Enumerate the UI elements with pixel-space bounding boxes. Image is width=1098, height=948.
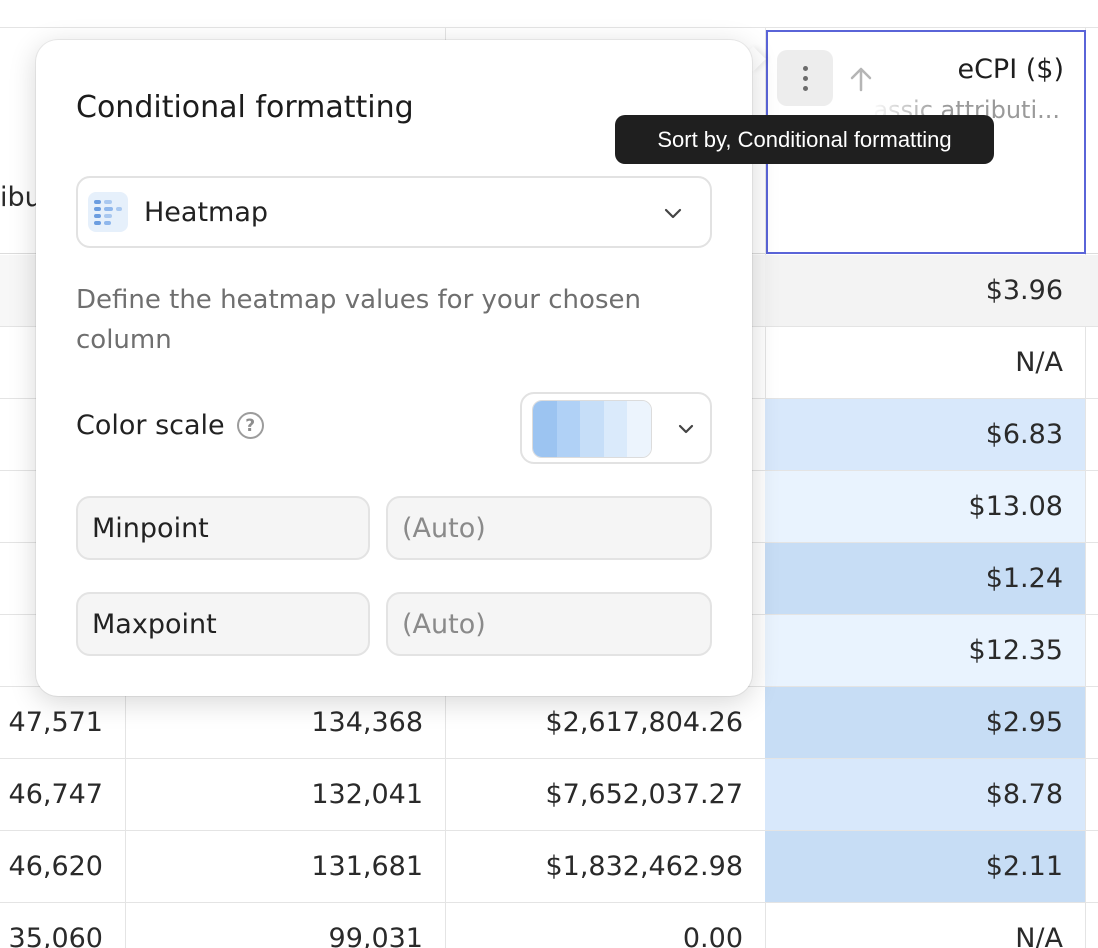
table-cell-edge (1085, 543, 1098, 614)
chevron-down-icon (664, 208, 682, 219)
table-cell-edge (1085, 399, 1098, 470)
color-scale-step (556, 401, 581, 457)
color-scale-picker[interactable] (520, 392, 712, 464)
maxpoint-type-select[interactable]: Maxpoint (76, 592, 370, 656)
table-cell-edge (1085, 687, 1098, 758)
format-type-value: Heatmap (144, 196, 269, 228)
table-cell-c4: N/A (1015, 347, 1063, 378)
table-cell-c3: $1,832,462.98 (545, 851, 743, 882)
table-cell-c4: $3.96 (765, 255, 1085, 326)
tooltip: Sort by, Conditional formatting (615, 115, 994, 164)
table-cell-c4: N/A (1015, 923, 1063, 948)
table-row: 46,620 131,681 $1,832,462.98 $2.11 (0, 831, 1098, 903)
column-title: eCPI ($) (957, 54, 1064, 85)
table-row: 35,060 99,031 0.00 N/A (0, 903, 1098, 948)
table-cell-c4: $6.83 (765, 399, 1085, 470)
table-cell-c4: $2.11 (765, 831, 1085, 902)
table-row: 47,571 134,368 $2,617,804.26 $2.95 (0, 687, 1098, 759)
table-cell-c2: 99,031 (328, 923, 423, 948)
color-scale-step (533, 401, 557, 457)
table-cell-c4: $2.95 (765, 687, 1085, 758)
heatmap-description: Define the heatmap values for your chose… (76, 285, 641, 355)
format-type-select[interactable]: Heatmap (76, 176, 712, 248)
table-cell-edge (1085, 903, 1098, 948)
minpoint-input[interactable]: (Auto) (386, 496, 712, 560)
table-cell-c3: $2,617,804.26 (545, 707, 743, 738)
table-cell-c1: 46,620 (8, 851, 103, 882)
table-cell-edge (1085, 615, 1098, 686)
table-cell-c4: $8.78 (765, 759, 1085, 830)
color-scale-label: Color scale ? (76, 410, 264, 441)
popover-title: Conditional formatting (76, 90, 414, 125)
table-cell-edge (1085, 759, 1098, 830)
table-top-border (0, 27, 1098, 28)
color-scale-step (603, 401, 628, 457)
table-cell-c1: 46,747 (8, 779, 103, 810)
table-row: 46,747 132,041 $7,652,037.27 $8.78 (0, 759, 1098, 831)
question-circle-icon[interactable]: ? (236, 412, 264, 439)
color-scale-step (580, 401, 604, 457)
table-cell-c3: 0.00 (682, 923, 743, 948)
table-cell-edge (1085, 831, 1098, 902)
arrow-up-icon[interactable] (846, 64, 876, 94)
table-cell-c2: 132,041 (311, 779, 423, 810)
heatmap-icon (88, 192, 128, 232)
table-cell-c1: 35,060 (8, 923, 103, 948)
kebab-menu-icon[interactable] (777, 50, 833, 106)
table-cell-edge (1085, 327, 1098, 398)
minpoint-type-select[interactable]: Minpoint (76, 496, 370, 560)
table-cell-c4: $12.35 (765, 615, 1085, 686)
color-scale-step (627, 401, 651, 457)
table-cell-edge (1085, 255, 1098, 326)
table-cell-c1: 47,571 (8, 707, 103, 738)
table-cell-c2: 131,681 (311, 851, 423, 882)
table-cell-c2: 134,368 (311, 707, 423, 738)
color-scale-swatch (532, 400, 652, 458)
table-cell-c4: $13.08 (765, 471, 1085, 542)
table-cell-edge (1085, 471, 1098, 542)
chevron-down-icon (678, 424, 694, 434)
table-cell-c4: $1.24 (765, 543, 1085, 614)
maxpoint-input[interactable]: (Auto) (386, 592, 712, 656)
table-cell-c3: $7,652,037.27 (545, 779, 743, 810)
